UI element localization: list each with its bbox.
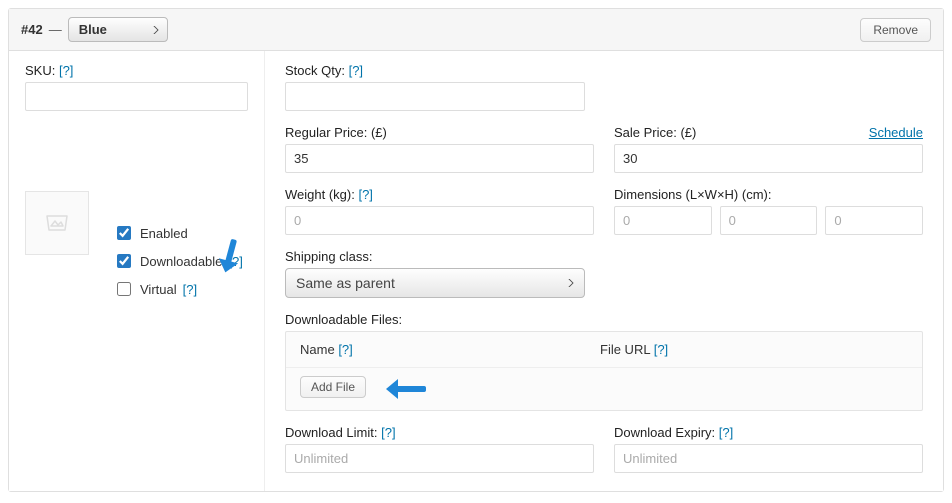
download-expiry-help-icon[interactable]: [?] — [719, 425, 733, 440]
right-column: Stock Qty: [?] Regular Price: (£) Sale P… — [265, 51, 943, 491]
weight-label: Weight (kg): — [285, 187, 355, 202]
files-url-help-icon[interactable]: [?] — [654, 342, 668, 357]
dash: — — [49, 22, 62, 37]
shipping-class-label: Shipping class: — [285, 249, 923, 264]
add-file-button[interactable]: Add File — [300, 376, 366, 398]
enabled-checkbox[interactable] — [117, 226, 131, 240]
files-col-url: File URL — [600, 342, 650, 357]
weight-input[interactable] — [285, 206, 594, 235]
regular-price-label: Regular Price: (£) — [285, 125, 594, 140]
shipping-class-select[interactable]: Same as parent — [285, 268, 585, 298]
dimension-height-input[interactable] — [825, 206, 923, 235]
download-expiry-label: Download Expiry: — [614, 425, 715, 440]
files-name-help-icon[interactable]: [?] — [338, 342, 352, 357]
sku-input[interactable] — [25, 82, 248, 111]
image-icon — [45, 213, 69, 233]
stock-label: Stock Qty: — [285, 63, 345, 78]
attribute-select[interactable]: Blue — [68, 17, 168, 42]
download-expiry-input[interactable] — [614, 444, 923, 473]
stock-help-icon[interactable]: [?] — [349, 63, 363, 78]
downloadable-label: Downloadable — [140, 254, 222, 269]
download-limit-label: Download Limit: — [285, 425, 378, 440]
variation-header: #42 — Blue Remove — [9, 9, 943, 51]
left-column: SKU: [?] Enabled Downloadable [?] — [9, 51, 265, 491]
enabled-label: Enabled — [140, 226, 188, 241]
downloadable-checkbox[interactable] — [117, 254, 131, 268]
downloadable-files-label: Downloadable Files: — [285, 312, 923, 327]
sale-price-label: Sale Price: (£) — [614, 125, 696, 140]
dimension-width-input[interactable] — [720, 206, 818, 235]
stock-input[interactable] — [285, 82, 585, 111]
weight-help-icon[interactable]: [?] — [358, 187, 372, 202]
virtual-row[interactable]: Virtual [?] — [113, 279, 243, 299]
variation-image-placeholder[interactable] — [25, 191, 89, 255]
sale-price-input[interactable] — [614, 144, 923, 173]
files-col-name: Name — [300, 342, 335, 357]
annotation-arrow-add-file — [386, 378, 434, 400]
virtual-help-icon[interactable]: [?] — [183, 282, 197, 297]
dimension-length-input[interactable] — [614, 206, 712, 235]
remove-button[interactable]: Remove — [860, 18, 931, 42]
virtual-label: Virtual — [140, 282, 177, 297]
schedule-link[interactable]: Schedule — [869, 125, 923, 140]
downloadable-files-table: Name [?] File URL [?] Add File — [285, 331, 923, 411]
download-limit-help-icon[interactable]: [?] — [381, 425, 395, 440]
variation-id: #42 — [21, 22, 43, 37]
dimensions-label: Dimensions (L×W×H) (cm): — [614, 187, 923, 202]
virtual-checkbox[interactable] — [117, 282, 131, 296]
regular-price-input[interactable] — [285, 144, 594, 173]
download-limit-input[interactable] — [285, 444, 594, 473]
sku-label: SKU: — [25, 63, 55, 78]
variation-panel: #42 — Blue Remove SKU: [?] — [8, 8, 944, 492]
sku-help-icon[interactable]: [?] — [59, 63, 73, 78]
